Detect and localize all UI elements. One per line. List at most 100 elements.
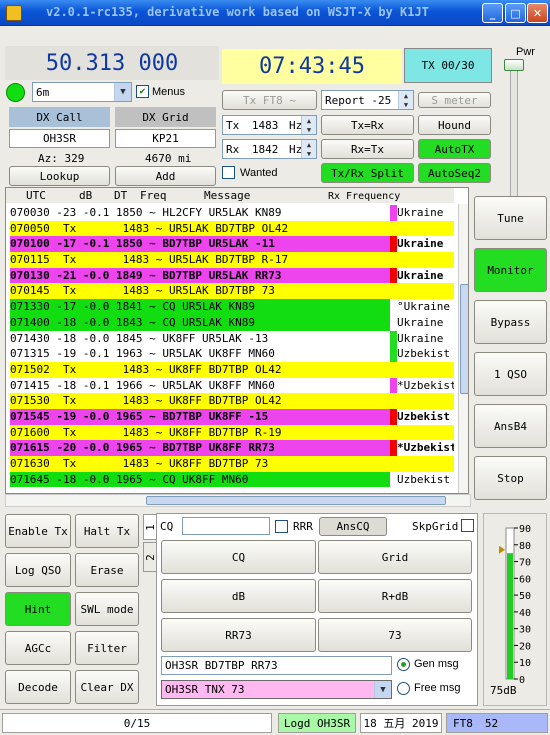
cq-message-button[interactable]: CQ <box>161 540 316 574</box>
tx-progress-text: 0/15 <box>123 716 151 730</box>
log-qso-button[interactable]: Log QSO <box>5 553 71 587</box>
decode-row[interactable]: 070145 Tx 1483 ~ UR5LAK BD7TBP 73 <box>10 283 454 300</box>
spin-down-icon[interactable]: ▼ <box>302 149 316 158</box>
decode-row-country: Ukraine <box>397 314 454 331</box>
report-value: Report -25 <box>325 93 392 107</box>
spin-down-icon[interactable]: ▼ <box>399 100 413 109</box>
rr73-message-button[interactable]: RR73 <box>161 618 316 652</box>
decode-row[interactable]: 071530 Tx 1483 ~ UK8FF BD7TBP OL42 <box>10 393 454 409</box>
grid-message-button[interactable]: Grid <box>318 540 472 574</box>
hint-button[interactable]: Hint <box>5 592 71 626</box>
stop-button[interactable]: Stop <box>474 456 547 500</box>
clear-dx-button[interactable]: Clear DX <box>75 670 139 704</box>
decode-row-text: 070130 -21 -0.0 1849 ~ BD7TBP UR5LAK RR7… <box>10 268 282 282</box>
decode-row-flag <box>390 314 397 331</box>
rx-indicator-icon <box>6 83 25 102</box>
agcc-button[interactable]: AGCc <box>5 631 71 665</box>
decode-row[interactable]: 071430 -18 -0.0 1845 ~ UK8FF UR5LAK -13 U… <box>10 330 454 347</box>
ans-cq-button[interactable]: AnsCQ <box>319 517 387 536</box>
spin-down-icon[interactable]: ▼ <box>302 125 316 134</box>
hound-button[interactable]: Hound <box>418 115 491 135</box>
decode-row-country: Ukraine <box>397 236 454 253</box>
erase-button[interactable]: Erase <box>75 553 139 587</box>
skip-grid-checkbox[interactable] <box>461 519 474 532</box>
swl-mode-button[interactable]: SWL mode <box>75 592 139 626</box>
free-msg-radio[interactable] <box>397 682 410 695</box>
scrollbar-thumb[interactable] <box>146 496 446 505</box>
decode-row[interactable]: 071645 -18 -0.0 1965 ~ CQ UK8FF MN60 Uzbe… <box>10 471 454 488</box>
radio-dot-icon <box>401 662 406 667</box>
power-slider-track[interactable] <box>510 60 518 202</box>
maximize-button[interactable]: □ <box>505 3 526 23</box>
decode-row[interactable]: 071400 -18 -0.0 1843 ~ CQ UR5LAK KN89 Ukr… <box>10 314 454 331</box>
tx-label: Tx <box>226 118 240 132</box>
spin-up-icon[interactable]: ▲ <box>302 116 316 125</box>
halt-tx-button[interactable]: Halt Tx <box>75 514 139 548</box>
decode-row[interactable]: 071630 Tx 1483 ~ UK8FF BD7TBP 73 <box>10 456 454 472</box>
title-bar[interactable]: v2.0.1-rc135, derivative work based on W… <box>0 0 550 26</box>
tx-frequency-spinbox[interactable]: Tx 1483 Hz ▲ ▼ <box>222 115 317 135</box>
ans-b4-button[interactable]: AnsB4 <box>474 404 547 448</box>
db-message-button[interactable]: dB <box>161 579 316 613</box>
dx-call-input[interactable]: OH3SR <box>9 129 110 148</box>
tx-count-display: TX 00/30 <box>404 48 492 83</box>
spin-up-icon[interactable]: ▲ <box>399 91 413 100</box>
decode-horizontal-scrollbar[interactable] <box>5 494 471 507</box>
cq-modifier-input[interactable] <box>182 517 270 535</box>
auto-tx-button[interactable]: AutoTX <box>418 139 491 159</box>
tx-rx-split-button[interactable]: Tx/Rx Split <box>321 163 414 183</box>
rrr-checkbox[interactable] <box>275 520 288 533</box>
chevron-down-icon: ▼ <box>120 87 126 97</box>
decode-row[interactable]: 071502 Tx 1483 ~ UK8FF BD7TBP OL42 <box>10 361 454 378</box>
tab-2[interactable]: 2 <box>143 542 157 572</box>
decode-list[interactable]: UTC dB DT Freq Message Rx Frequency 0700… <box>5 187 469 494</box>
decode-button[interactable]: Decode <box>5 670 71 704</box>
spin-up-icon[interactable]: ▲ <box>302 140 316 149</box>
meter-tick-label: 30 <box>519 625 531 636</box>
decode-row[interactable]: 070115 Tx 1483 ~ UR5LAK BD7TBP R-17 <box>10 252 454 268</box>
azimuth-label: Az: 329 <box>38 152 85 165</box>
73-message-button[interactable]: 73 <box>318 618 472 652</box>
decode-row[interactable]: 070030 -23 -0.1 1850 ~ HL2CFY UR5LAK KN8… <box>10 205 454 221</box>
decode-vertical-scrollbar[interactable] <box>458 204 468 493</box>
rx-equals-tx-button[interactable]: Rx=Tx <box>321 139 414 159</box>
decode-row[interactable]: 071615 -20 -0.0 1965 ~ BD7TBP UK8FF RR73… <box>10 440 454 456</box>
scrollbar-thumb[interactable] <box>460 284 468 394</box>
r-db-message-button[interactable]: R+dB <box>318 579 472 613</box>
filter-button[interactable]: Filter <box>75 631 139 665</box>
decode-row[interactable]: 071415 -18 -0.1 1966 ~ UR5LAK UK8FF MN60… <box>10 377 454 394</box>
minimize-button[interactable]: _ <box>482 3 503 23</box>
decode-row[interactable]: 071315 -19 -0.1 1963 ~ UR5LAK UK8FF MN60… <box>10 346 454 362</box>
one-qso-button[interactable]: 1 QSO <box>474 352 547 396</box>
band-select[interactable]: 6m ▼ <box>32 82 132 102</box>
menus-checkbox[interactable]: ✔ <box>136 85 149 98</box>
rx-frequency-spinbox[interactable]: Rx 1842 Hz ▲ ▼ <box>222 139 317 159</box>
bypass-button[interactable]: Bypass <box>474 300 547 344</box>
add-button[interactable]: Add <box>115 166 216 186</box>
decode-row[interactable]: 070050 Tx 1483 ~ UR5LAK BD7TBP OL42 <box>10 220 454 237</box>
close-button[interactable]: ✕ <box>527 3 548 23</box>
tune-button[interactable]: Tune <box>474 196 547 240</box>
header-freq: Freq <box>140 189 167 202</box>
report-spinbox[interactable]: Report -25 ▲ ▼ <box>321 90 414 110</box>
tx-mode-button[interactable]: Tx FT8 ~ <box>222 90 317 110</box>
power-slider-handle[interactable] <box>504 59 524 71</box>
free-message-combo[interactable]: OH3SR TNX 73 ▼ <box>161 680 392 699</box>
decode-row[interactable]: 071545 -19 -0.0 1965 ~ BD7TBP UK8FF -15 U… <box>10 408 454 425</box>
s-meter-button[interactable]: S meter <box>418 92 491 108</box>
tx-equals-rx-button[interactable]: Tx=Rx <box>321 115 414 135</box>
decode-row[interactable]: 070100 -17 -0.1 1850 ~ BD7TBP UR5LAK -11… <box>10 236 454 253</box>
enable-tx-button[interactable]: Enable Tx <box>5 514 71 548</box>
dx-grid-input[interactable]: KP21 <box>115 129 216 148</box>
tab-1[interactable]: 1 <box>143 514 157 540</box>
decode-row[interactable]: 070130 -21 -0.0 1849 ~ BD7TBP UR5LAK RR7… <box>10 267 454 284</box>
auto-seq-button[interactable]: AutoSeq2 <box>418 163 491 183</box>
generated-message-input[interactable]: OH3SR BD7TBP RR73 <box>161 656 392 675</box>
skip-grid-label: SkpGrid <box>412 520 459 533</box>
monitor-button[interactable]: Monitor <box>474 248 547 292</box>
decode-row[interactable]: 071600 Tx 1483 ~ UK8FF BD7TBP R-19 <box>10 424 454 441</box>
gen-msg-radio[interactable] <box>397 658 410 671</box>
lookup-button[interactable]: Lookup <box>9 166 110 186</box>
wanted-checkbox[interactable] <box>222 166 235 179</box>
decode-row[interactable]: 071330 -17 -0.0 1841 ~ CQ UR5LAK KN89 °Uk… <box>10 299 454 315</box>
